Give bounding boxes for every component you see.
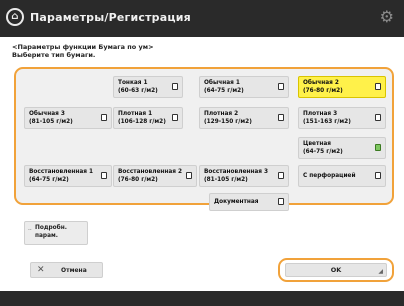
paper-icon [278,83,284,90]
corner-icon: ◢ [378,268,383,275]
tile-plain-2[interactable]: Обычная 2 (76-80 г/м2) [298,76,386,98]
instruction-text: <Параметры функции Бумага по ум> Выберит… [12,43,154,59]
instruction-line-2: Выберите тип бумаги. [12,51,96,59]
cancel-button[interactable]: ✕ Отмена [30,262,103,278]
tile-plain-3[interactable]: Обычная 3 (81-105 г/м2) [24,107,112,129]
paper-icon [101,114,107,121]
bottom-bar [0,291,404,306]
punched-paper-icon [375,172,381,179]
paper-type-grid: Тонкая 1 (60-63 г/м2) Обычная 1 (64-75 г… [14,67,394,211]
tile-recycled-2[interactable]: Восстановленная 2 (76-80 г/м2) [113,165,197,187]
color-paper-icon [375,144,381,151]
page-title: Параметры/Регистрация [30,11,191,24]
home-icon[interactable]: ⌂ [6,8,24,26]
recycled-paper-icon [101,172,107,179]
ok-button-highlight: OK ◢ [278,258,394,282]
tile-color[interactable]: Цветная (64-75 г/м2) [298,137,386,159]
details-button[interactable]: .. Подробн. парам. [24,221,88,245]
paper-icon [375,83,381,90]
paper-icon [172,114,178,121]
paper-icon [278,114,284,121]
tile-thin-1[interactable]: Тонкая 1 (60-63 г/м2) [113,76,183,98]
title-bar: ⌂ Параметры/Регистрация ⚙ [0,0,404,37]
ok-button[interactable]: OK ◢ [285,263,387,277]
recycled-paper-icon [278,172,284,179]
tile-plain-1[interactable]: Обычная 1 (64-75 г/м2) [199,76,289,98]
dots-icon: .. [28,225,32,232]
tile-heavy-1[interactable]: Плотная 1 (106-128 г/м2) [113,107,183,129]
tile-bond[interactable]: Документная [209,193,289,211]
close-icon: ✕ [37,265,45,275]
tile-punched[interactable]: С перфорацией [298,165,386,187]
recycled-paper-icon [186,172,192,179]
tile-heavy-2[interactable]: Плотная 2 (129-150 г/м2) [199,107,289,129]
bond-paper-icon [278,198,284,205]
gear-icon[interactable]: ⚙ [380,7,394,26]
paper-icon [172,83,178,90]
tile-recycled-3[interactable]: Восстановленная 3 (81-105 г/м2) [199,165,289,187]
instruction-line-1: <Параметры функции Бумага по ум> [12,43,154,51]
tile-recycled-1[interactable]: Восстановленная 1 (64-75 г/м2) [24,165,112,187]
tile-heavy-3[interactable]: Плотная 3 (151-163 г/м2) [298,107,386,129]
paper-icon [375,114,381,121]
